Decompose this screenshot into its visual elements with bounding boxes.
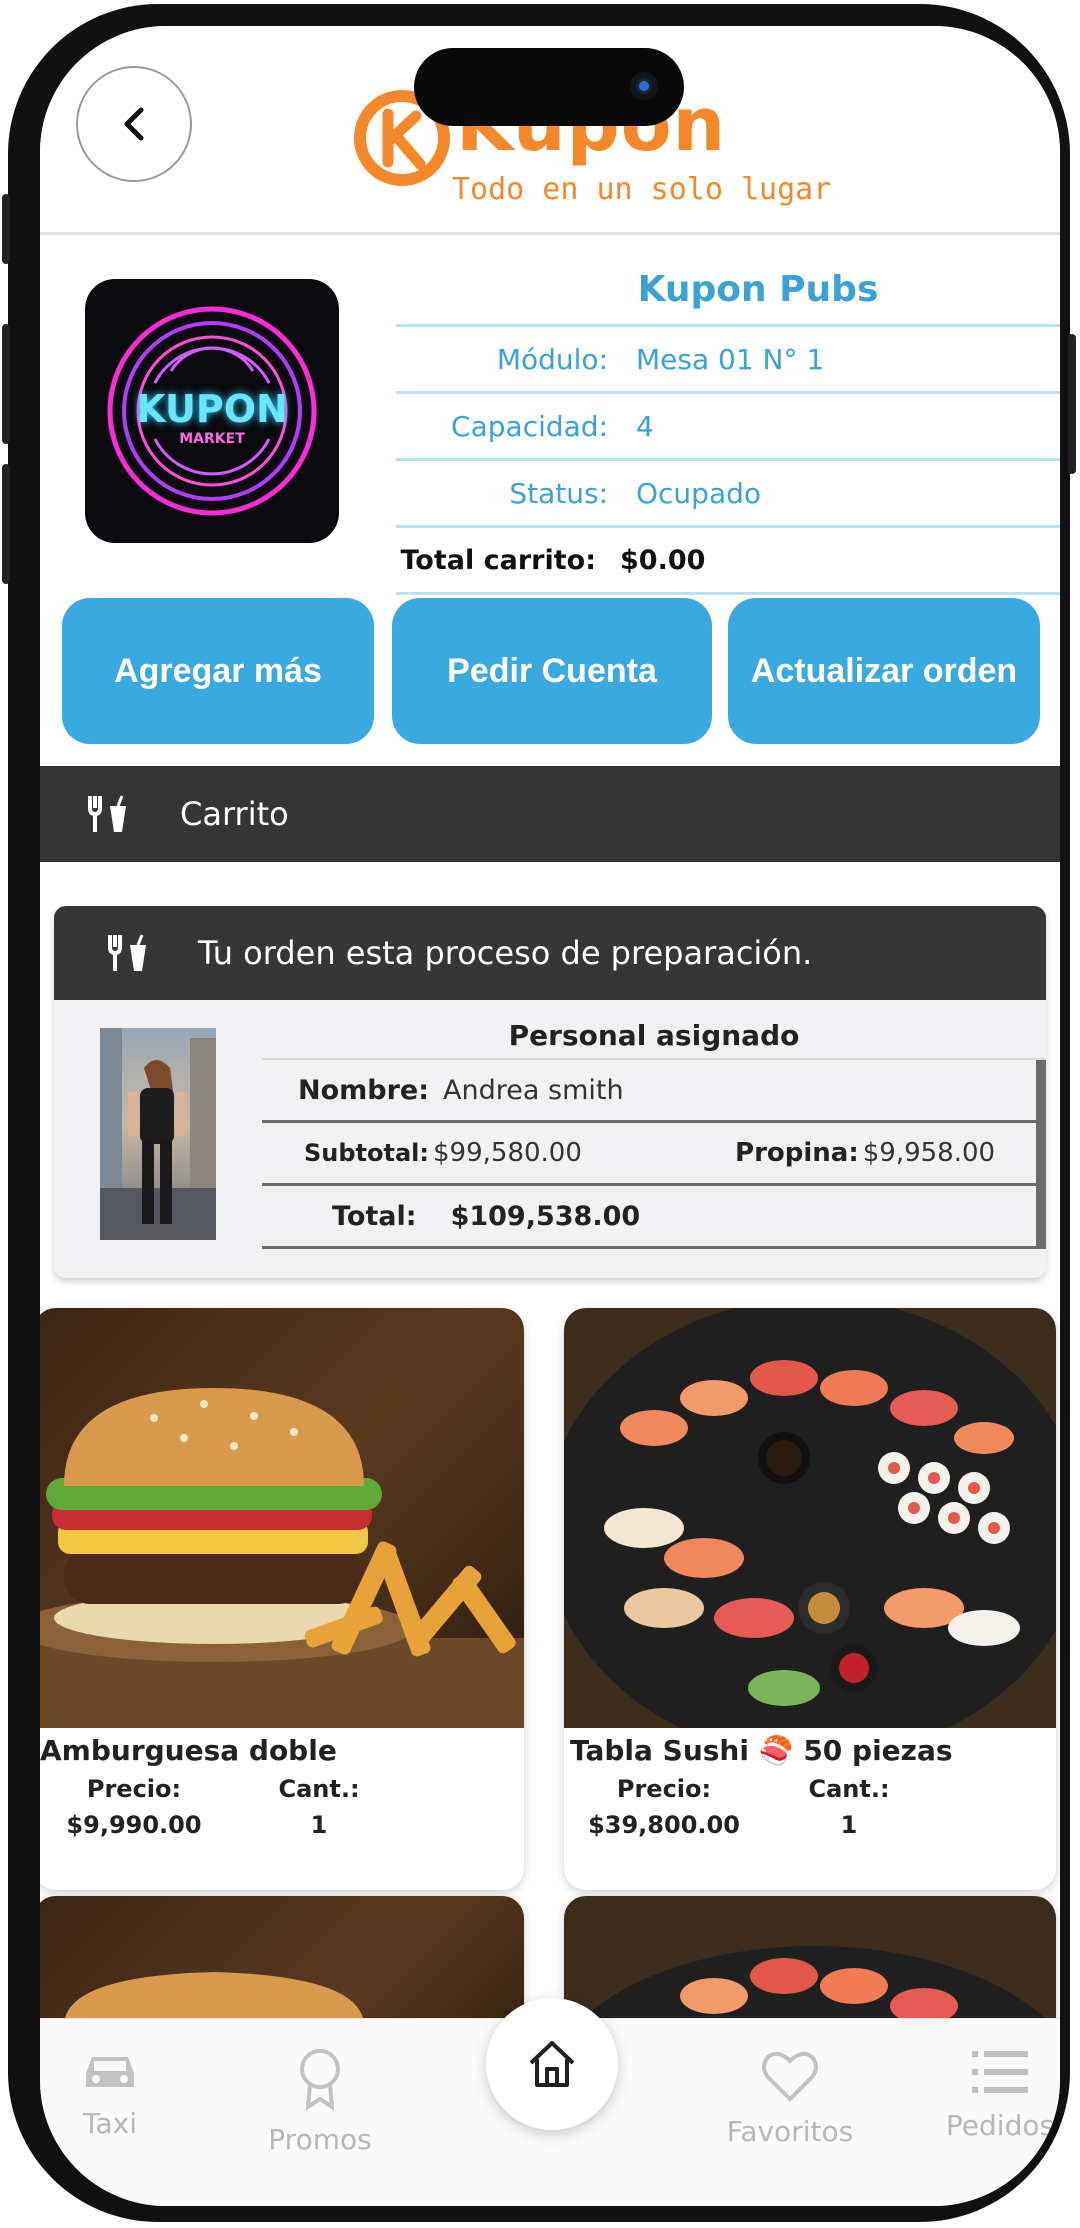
nav-orders-label: Pedidos <box>945 2109 1055 2142</box>
utensils-icon <box>88 795 126 832</box>
back-button[interactable] <box>76 66 192 182</box>
subtotal-label: Subtotal: <box>304 1139 430 1167</box>
store-info: Kupon Pubs Módulo: Mesa 01 N° 1 Capacida… <box>396 262 1060 595</box>
camera-icon <box>630 72 658 100</box>
cart-total-value: $0.00 <box>620 544 706 576</box>
order-total-row: Total: $109,538.00 <box>262 1186 1046 1249</box>
sushi-photo <box>564 1308 1056 1728</box>
medal-icon <box>300 2049 340 2111</box>
add-more-button[interactable]: Agregar más <box>62 598 374 744</box>
module-label: Módulo: <box>496 342 608 376</box>
order-card: Tu orden esta proceso de preparación. Pe… <box>54 906 1046 1278</box>
store-name: Kupon Pubs <box>396 262 1060 327</box>
status-value: Ocupado <box>636 476 762 510</box>
price-label: Precio: <box>86 1775 182 1803</box>
order-total-value: $109,538.00 <box>450 1200 641 1232</box>
quantity-value: 1 <box>840 1811 858 1839</box>
nav-promos-label: Promos <box>268 2123 372 2156</box>
car-icon <box>86 2057 134 2087</box>
nav-taxi[interactable]: Taxi <box>40 2047 210 2140</box>
cart-section-title: Carrito <box>180 795 289 833</box>
price-label: Precio: <box>616 1775 712 1803</box>
staff-name-row: Nombre: Andrea smith <box>262 1060 1046 1123</box>
heart-icon <box>762 2051 818 2102</box>
quantity-label: Cant.: <box>808 1775 890 1803</box>
staff-name-label: Nombre: <box>298 1074 430 1106</box>
capacity-value: 4 <box>636 409 654 443</box>
product-price: Precio: $39,800.00 <box>564 1771 764 1843</box>
capacity-label: Capacidad: <box>451 409 608 443</box>
phone-frame: Kupon Todo en un solo lugar KUPON MARKET… <box>2 4 1076 2222</box>
back-chevron-icon <box>124 107 144 141</box>
info-row-capacity: Capacidad: 4 <box>396 394 1060 461</box>
cart-section-bar: Carrito <box>40 766 1060 862</box>
order-total-label: Total: <box>332 1200 417 1232</box>
info-row-status: Status: Ocupado <box>396 461 1060 528</box>
nav-orders[interactable]: Pedidos <box>900 2047 1060 2142</box>
subtotal-value: $99,580.00 <box>433 1138 582 1168</box>
product-quantity: Cant.: 1 <box>234 1771 404 1843</box>
nav-promos[interactable]: Promos <box>220 2047 420 2156</box>
tip-label: Propina: <box>735 1138 859 1168</box>
tip-value: $9,958.00 <box>862 1138 996 1168</box>
app-screen: Kupon Todo en un solo lugar KUPON MARKET… <box>40 26 1060 2206</box>
logo-tagline: Todo en un solo lugar <box>452 172 832 207</box>
nav-favorites[interactable]: Favoritos <box>690 2047 890 2148</box>
list-icon <box>972 2051 1028 2093</box>
store-logo-image: KUPON MARKET <box>85 279 339 543</box>
info-row-module: Módulo: Mesa 01 N° 1 <box>396 327 1060 394</box>
phone-side-button <box>2 194 10 264</box>
staff-name-value: Andrea smith <box>443 1074 624 1106</box>
price-value: $9,990.00 <box>66 1811 202 1839</box>
staff-title: Personal asignado <box>262 1014 1046 1060</box>
product-name: Amburguesa doble <box>40 1734 337 1767</box>
order-status-message: Tu orden esta proceso de preparación. <box>198 934 813 972</box>
price-value: $39,800.00 <box>588 1811 740 1839</box>
product-quantity: Cant.: 1 <box>764 1771 934 1843</box>
module-value: Mesa 01 N° 1 <box>636 342 825 376</box>
product-price: Precio: $9,990.00 <box>40 1771 234 1843</box>
nav-favorites-label: Favoritos <box>726 2115 854 2148</box>
cart-total-label: Total carrito: <box>400 544 596 576</box>
assigned-staff: Personal asignado Nombre: Andrea smith S… <box>262 1014 1046 1249</box>
quantity-value: 1 <box>310 1811 328 1839</box>
update-order-button[interactable]: Actualizar orden <box>728 598 1040 744</box>
phone-side-button <box>1068 334 1076 474</box>
quantity-label: Cant.: <box>278 1775 360 1803</box>
store-logo-text: KUPON <box>136 387 288 431</box>
store-logo-subtext: MARKET <box>179 431 245 447</box>
product-card-sushi[interactable]: Tabla Sushi 🍣 50 piezas Precio: $39,800.… <box>564 1308 1056 1890</box>
subtotal-row: Subtotal: $99,580.00 Propina: $9,958.00 <box>262 1123 1046 1186</box>
phone-side-button <box>2 464 10 584</box>
staff-photo <box>100 1028 216 1240</box>
status-label: Status: <box>509 476 608 510</box>
product-card-burger[interactable]: Amburguesa doble Precio: $9,990.00 Cant.… <box>40 1308 524 1890</box>
product-details: Precio: $39,800.00 Cant.: 1 <box>564 1771 1056 1843</box>
utensils-icon <box>108 934 146 971</box>
info-row-cart-total: Total carrito: $0.00 <box>396 528 1060 595</box>
dynamic-island <box>414 48 684 126</box>
request-bill-button[interactable]: Pedir Cuenta <box>392 598 712 744</box>
home-button[interactable] <box>486 1998 618 2130</box>
order-status-banner: Tu orden esta proceso de preparación. <box>54 906 1046 1000</box>
product-name: Tabla Sushi 🍣 50 piezas <box>570 1734 953 1767</box>
phone-side-button <box>2 324 10 444</box>
burger-photo <box>40 1308 524 1728</box>
product-details: Precio: $9,990.00 Cant.: 1 <box>40 1771 524 1843</box>
nav-taxi-label: Taxi <box>83 2107 137 2140</box>
home-icon <box>529 2041 575 2087</box>
